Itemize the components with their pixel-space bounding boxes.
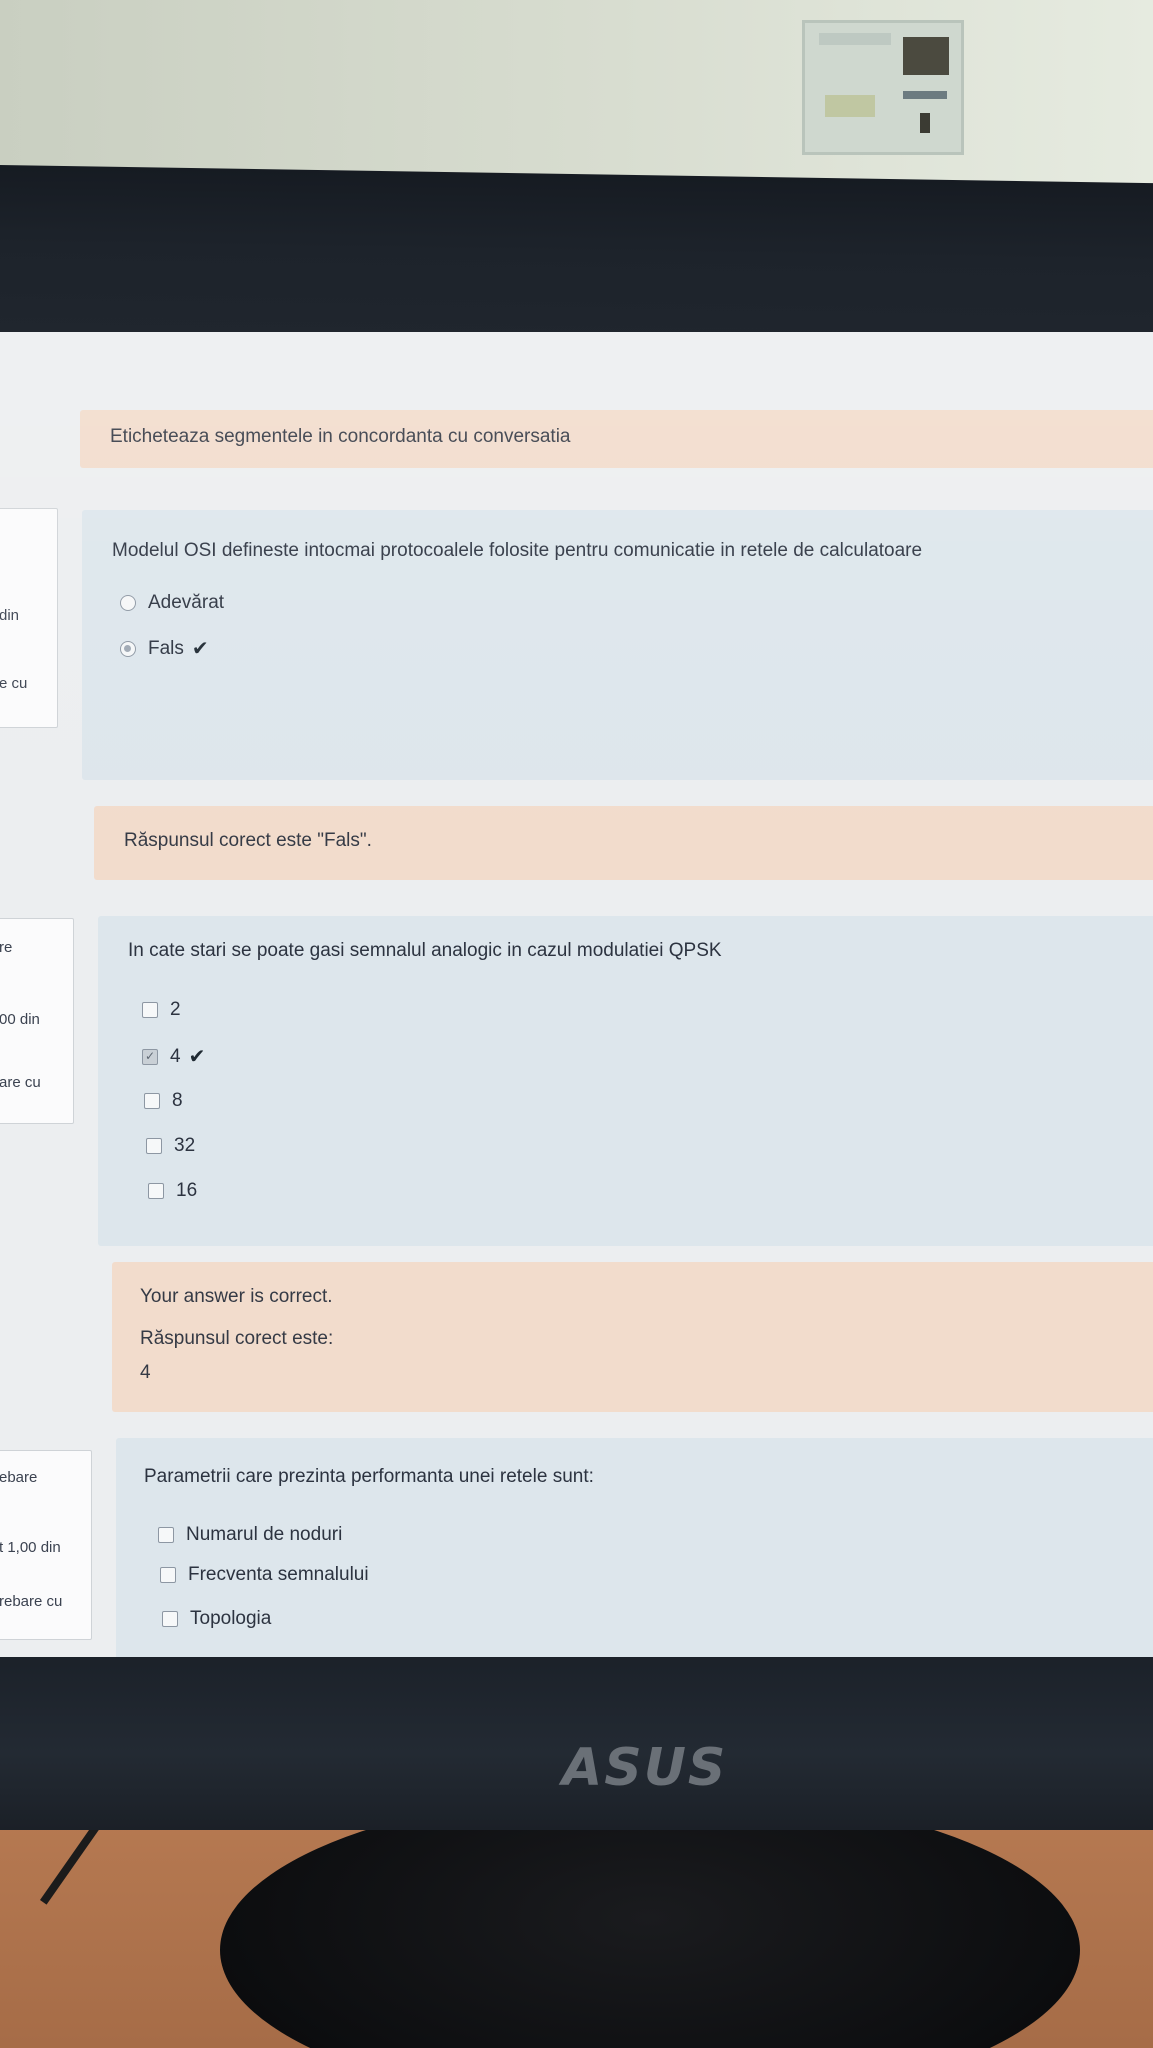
q1-feedback: Eticheteaza segmentele in concordanta cu… — [80, 410, 1153, 468]
q4-info-card: ebare t 1,00 din rebare cu — [0, 1450, 92, 1640]
q2-option-true-radio[interactable] — [120, 595, 136, 611]
q4-option-nodes[interactable]: Numarul de noduri — [158, 1524, 342, 1546]
q4-option-nodes-label: Numarul de noduri — [186, 1524, 343, 1545]
q3-option-4-checkbox[interactable]: ✓ — [142, 1048, 158, 1065]
q3-feedback-line3: 4 — [140, 1362, 151, 1383]
monitor-bezel-top — [0, 165, 1153, 359]
q2-info-card: din e cu — [0, 508, 58, 728]
q4-info-line2: t 1,00 din — [0, 1539, 61, 1556]
q3-option-32[interactable]: 32 — [146, 1135, 195, 1157]
monitor-bezel-bottom — [0, 1640, 1153, 1830]
q2-option-false-label: Fals — [148, 637, 184, 659]
check-mark-icon: ✔ — [188, 1046, 206, 1068]
q4-option-nodes-checkbox[interactable] — [158, 1527, 174, 1543]
q3-feedback-line2: Răspunsul corect este: — [140, 1328, 334, 1349]
q4-formulation: Parametrii care prezinta performanta une… — [116, 1438, 1153, 1657]
q3-option-4[interactable]: ✓ 4 ✔ — [142, 1044, 205, 1069]
q3-option-16-label: 16 — [176, 1180, 198, 1201]
q4-option-topology-label: Topologia — [190, 1608, 272, 1629]
check-mark-icon: ✔ — [191, 638, 209, 660]
q3-question-text: In cate stari se poate gasi semnalul ana… — [128, 940, 722, 961]
q3-option-8[interactable]: 8 — [144, 1090, 183, 1112]
q3-info-line1: re — [0, 939, 13, 956]
q2-option-false[interactable]: Fals ✔ — [120, 636, 209, 661]
q3-option-2[interactable]: 2 — [142, 999, 181, 1021]
q3-option-32-checkbox[interactable] — [146, 1138, 162, 1154]
q3-feedback-line1: Your answer is correct. — [140, 1286, 333, 1307]
monitor-brand-logo: ASUS — [562, 1738, 728, 1798]
q2-info-line2: e cu — [0, 675, 28, 692]
wall-poster — [802, 20, 964, 155]
q4-info-line1: ebare — [0, 1469, 38, 1486]
q1-feedback-text: Eticheteaza segmentele in concordanta cu… — [110, 426, 571, 447]
q3-feedback: Your answer is correct. Răspunsul corect… — [112, 1262, 1153, 1412]
q3-option-8-checkbox[interactable] — [144, 1093, 160, 1109]
q3-option-32-label: 32 — [174, 1135, 196, 1156]
q3-info-line3: are cu — [0, 1074, 41, 1091]
quiz-review-screen: Eticheteaza segmentele in concordanta cu… — [0, 332, 1153, 1657]
q3-option-16[interactable]: 16 — [148, 1180, 197, 1202]
q4-option-topology[interactable]: Topologia — [162, 1608, 271, 1630]
q3-option-2-label: 2 — [170, 999, 181, 1020]
q2-option-true-label: Adevărat — [148, 592, 225, 613]
q3-option-2-checkbox[interactable] — [142, 1002, 158, 1018]
q4-option-frequency[interactable]: Frecventa semnalului — [160, 1564, 369, 1586]
q2-option-false-radio[interactable] — [120, 640, 136, 657]
q4-option-frequency-label: Frecventa semnalului — [188, 1564, 369, 1585]
q2-formulation: Modelul OSI defineste intocmai protocoal… — [82, 510, 1153, 780]
q3-option-4-label: 4 — [170, 1045, 181, 1067]
q2-feedback-text: Răspunsul corect este "Fals". — [124, 830, 372, 851]
q3-info-line2: 00 din — [0, 1011, 40, 1028]
q3-formulation: In cate stari se poate gasi semnalul ana… — [98, 916, 1153, 1246]
q2-feedback: Răspunsul corect este "Fals". — [94, 806, 1153, 880]
q2-option-true[interactable]: Adevărat — [120, 592, 224, 614]
q4-question-text: Parametrii care prezinta performanta une… — [144, 1466, 594, 1487]
q2-info-line1: din — [0, 607, 20, 624]
q4-info-line3: rebare cu — [0, 1593, 63, 1610]
q3-option-8-label: 8 — [172, 1090, 183, 1111]
q4-option-frequency-checkbox[interactable] — [160, 1567, 176, 1583]
q2-question-text: Modelul OSI defineste intocmai protocoal… — [112, 540, 923, 561]
q3-info-card: re 00 din are cu — [0, 918, 74, 1124]
q3-option-16-checkbox[interactable] — [148, 1183, 164, 1199]
q4-option-topology-checkbox[interactable] — [162, 1611, 178, 1627]
